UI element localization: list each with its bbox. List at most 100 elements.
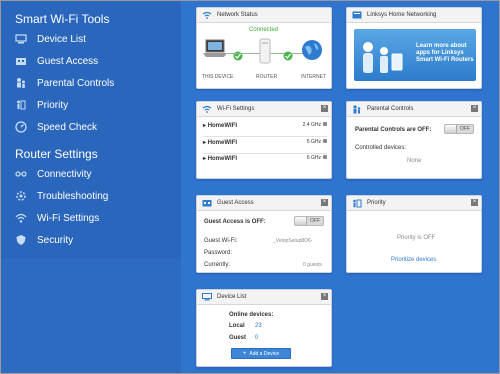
sidebar-item-label: Security bbox=[37, 234, 74, 246]
wifi-icon bbox=[202, 105, 212, 114]
wifi-band: 5 GHz bbox=[307, 139, 327, 145]
lock-icon bbox=[323, 155, 327, 159]
device-list-title: Device List bbox=[217, 294, 247, 300]
family-illustration-icon bbox=[358, 39, 408, 84]
sidebar-item-troubleshooting[interactable]: Troubleshooting bbox=[1, 185, 181, 207]
sidebar-item-device-list[interactable]: Device List bbox=[1, 28, 181, 50]
sidebar-item-parental-controls[interactable]: Parental Controls bbox=[1, 72, 181, 94]
wifi-network-name: ▸ HomeWIFI bbox=[203, 140, 238, 146]
close-icon[interactable]: × bbox=[471, 105, 478, 112]
close-icon[interactable]: × bbox=[321, 293, 328, 300]
guest-access-toggle[interactable]: OFF bbox=[294, 216, 324, 226]
wifi-network-name: ▸ HomeWIFI bbox=[203, 156, 238, 162]
sidebar-item-security[interactable]: Security bbox=[1, 229, 181, 251]
sidebar-item-guest-access[interactable]: Guest Access bbox=[1, 50, 181, 72]
globe-icon bbox=[301, 39, 323, 66]
network-status-title: Network Status bbox=[217, 12, 258, 18]
toggle-knob bbox=[445, 125, 457, 133]
linksys-promo-banner[interactable]: Learn more about apps for Linksys Smart … bbox=[354, 29, 476, 81]
add-device-label: Add a Device bbox=[249, 350, 280, 357]
linksys-header[interactable]: Linksys Home Networking bbox=[347, 8, 481, 23]
plus-icon: + bbox=[242, 350, 247, 357]
priority-icon bbox=[352, 199, 362, 208]
guest-devices-count[interactable]: 0 bbox=[255, 335, 258, 341]
priority-widget: Priority × Priority is OFF Prioritize de… bbox=[346, 195, 482, 273]
controlled-devices-label: Controlled devices: bbox=[355, 145, 407, 151]
device-list-widget: Device List × Online devices: Local 23 G… bbox=[196, 289, 332, 367]
guest-access-icon bbox=[15, 55, 27, 67]
guest-access-icon bbox=[202, 199, 212, 208]
guest-access-status: Guest Access is OFF: bbox=[204, 219, 266, 225]
toggle-label: OFF bbox=[310, 218, 320, 224]
router-icon bbox=[257, 38, 273, 69]
sidebar-item-label: Speed Check bbox=[37, 121, 98, 133]
router-settings-heading: Router Settings bbox=[15, 147, 98, 161]
wifi-settings-widget: Wi-Fi Settings × ▸ HomeWIFI 2.4 GHz ▸ Ho… bbox=[196, 101, 332, 179]
wifi-network-row[interactable]: ▸ HomeWIFI 6 GHz bbox=[203, 155, 327, 167]
shield-icon bbox=[15, 234, 27, 246]
toggle-label: OFF bbox=[460, 126, 470, 132]
priority-header[interactable]: Priority × bbox=[347, 196, 481, 211]
parental-controls-header[interactable]: Parental Controls × bbox=[347, 102, 481, 117]
divider bbox=[203, 136, 327, 137]
parental-controls-icon bbox=[15, 77, 27, 89]
wifi-network-row[interactable]: ▸ HomeWIFI 5 GHz bbox=[203, 139, 327, 151]
guest-devices-label: Guest bbox=[229, 335, 247, 341]
wifi-network-row[interactable]: ▸ HomeWIFI 2.4 GHz bbox=[203, 122, 327, 134]
device-list-icon bbox=[15, 33, 27, 45]
guest-access-title: Guest Access bbox=[217, 200, 254, 206]
parental-controls-status: Parental Controls are OFF: bbox=[355, 127, 432, 133]
guest-wifi-value: _VelopSetup8O6- bbox=[273, 238, 313, 244]
guest-access-widget: Guest Access × Guest Access is OFF: OFF … bbox=[196, 195, 332, 273]
lock-icon bbox=[323, 139, 327, 143]
laptop-icon bbox=[203, 38, 227, 65]
guest-access-header[interactable]: Guest Access × bbox=[197, 196, 331, 211]
local-devices-count[interactable]: 23 bbox=[255, 323, 262, 329]
sidebar-item-label: Guest Access bbox=[37, 55, 99, 67]
sidebar-item-wifi-settings[interactable]: Wi-Fi Settings bbox=[1, 207, 181, 229]
sidebar: Smart Wi-Fi Tools Device List Guest Acce… bbox=[1, 1, 181, 373]
connected-check-icon bbox=[233, 48, 243, 66]
guest-currently-value: 0 guests bbox=[303, 262, 322, 268]
add-device-button[interactable]: + Add a Device bbox=[231, 348, 291, 359]
parental-controls-toggle[interactable]: OFF bbox=[444, 124, 474, 134]
wifi-band: 6 GHz bbox=[307, 155, 327, 161]
close-icon[interactable]: × bbox=[321, 199, 328, 206]
priority-status: Priority is OFF bbox=[397, 235, 436, 241]
speed-check-icon bbox=[15, 121, 27, 133]
router-label: ROUTER bbox=[256, 74, 278, 80]
internet-label: INTERNET bbox=[301, 74, 326, 80]
sidebar-item-label: Device List bbox=[37, 33, 86, 45]
linksys-home-networking-widget: Linksys Home Networking Learn more about… bbox=[346, 7, 482, 89]
linksys-title: Linksys Home Networking bbox=[367, 12, 437, 18]
toggle-knob bbox=[295, 217, 307, 225]
connectivity-icon bbox=[15, 168, 27, 180]
connected-check-icon bbox=[283, 48, 293, 66]
connected-label: Connected bbox=[249, 27, 279, 33]
linksys-icon bbox=[352, 11, 362, 20]
prioritize-devices-link[interactable]: Prioritize devices bbox=[391, 257, 436, 263]
sidebar-item-connectivity[interactable]: Connectivity bbox=[1, 163, 181, 185]
wifi-settings-header[interactable]: Wi-Fi Settings × bbox=[197, 102, 331, 117]
sidebar-item-speed-check[interactable]: Speed Check bbox=[1, 116, 181, 138]
wifi-band: 2.4 GHz bbox=[303, 122, 327, 128]
troubleshooting-icon bbox=[15, 190, 27, 202]
divider bbox=[203, 153, 327, 154]
parental-controls-icon bbox=[352, 104, 362, 114]
sidebar-item-label: Parental Controls bbox=[37, 77, 115, 89]
network-status-header[interactable]: Network Status bbox=[197, 8, 331, 23]
close-icon[interactable]: × bbox=[471, 199, 478, 206]
parental-controls-title: Parental Controls bbox=[367, 106, 414, 112]
local-devices-label: Local bbox=[229, 323, 245, 329]
guest-password-label: Password: bbox=[204, 250, 233, 256]
wifi-network-name: ▸ HomeWIFI bbox=[203, 123, 238, 129]
guest-currently-label: Currently: bbox=[204, 262, 231, 268]
controlled-devices-value: None bbox=[407, 158, 422, 164]
device-list-header[interactable]: Device List × bbox=[197, 290, 331, 305]
wifi-settings-title: Wi-Fi Settings bbox=[217, 106, 255, 112]
linksys-promo-text: Learn more about apps for Linksys Smart … bbox=[416, 43, 474, 63]
close-icon[interactable]: × bbox=[321, 105, 328, 112]
lock-icon bbox=[323, 122, 327, 126]
sidebar-item-priority[interactable]: Priority bbox=[1, 94, 181, 116]
wifi-icon bbox=[15, 212, 27, 224]
